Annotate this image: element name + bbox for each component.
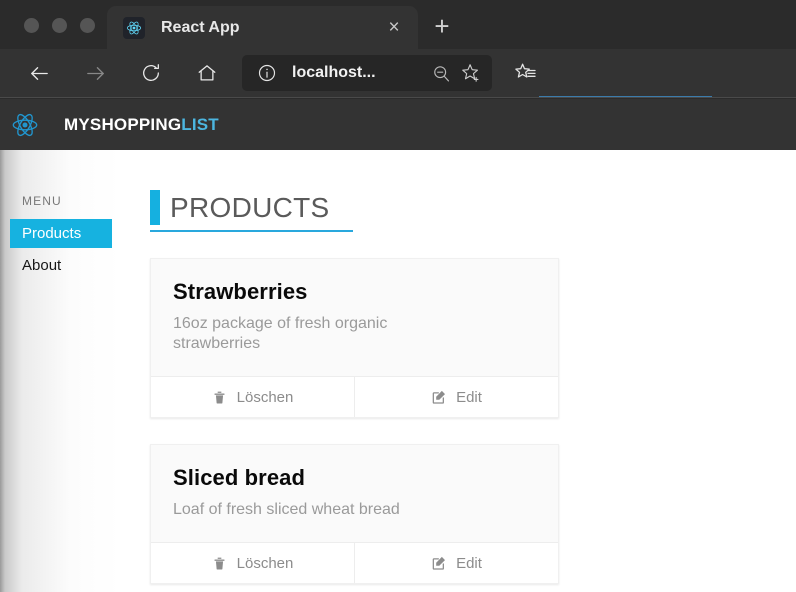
address-bar[interactable]: localhost... [242, 55, 492, 91]
title-accent-bar [150, 190, 160, 225]
tab-title: React App [161, 18, 240, 36]
app-header: MYSHOPPINGLIST [0, 99, 796, 150]
window-close-button[interactable] [80, 18, 95, 33]
product-title: Sliced bread [173, 465, 306, 491]
brand-name-accent: LIST [181, 114, 219, 134]
product-description: Loaf of fresh sliced wheat bread [173, 501, 400, 519]
delete-button[interactable]: Löschen [151, 377, 354, 418]
window-maximize-button[interactable] [52, 18, 67, 33]
trash-icon [212, 389, 228, 405]
product-card[interactable]: Strawberries 16oz package of fresh organ… [150, 258, 559, 419]
window-minimize-button[interactable] [24, 18, 39, 33]
main-content: PRODUCTS Strawberries 16oz package of fr… [150, 190, 796, 585]
reload-button[interactable] [130, 57, 172, 89]
browser-tab-react-app[interactable]: React App × [107, 6, 418, 49]
browser-toolbar: localhost... [0, 49, 796, 98]
product-title: Strawberries [173, 279, 308, 304]
zoom-out-icon[interactable] [426, 58, 456, 88]
favorites-list-icon[interactable] [506, 57, 546, 89]
edit-button[interactable]: Edit [354, 543, 558, 584]
tab-strip: React App × + [0, 0, 796, 49]
app-brand-title[interactable]: MYSHOPPINGLIST [64, 115, 219, 135]
product-card-body: Strawberries 16oz package of fresh organ… [151, 259, 558, 376]
address-bar-text[interactable]: localhost... [292, 64, 426, 82]
product-card-body: Sliced bread Loaf of fresh sliced wheat … [151, 445, 558, 542]
delete-button[interactable]: Löschen [151, 543, 354, 584]
edit-button-label: Edit [456, 388, 482, 406]
trash-icon [212, 555, 228, 571]
product-description: 16oz package of fresh organic strawberri… [173, 315, 388, 353]
browser-window: React App × + localhost... MYSHOPPINGLIS… [0, 0, 796, 592]
page-load-progress [539, 96, 712, 97]
product-card-footer: Löschen Edit [151, 542, 558, 584]
page-title: PRODUCTS [170, 192, 330, 223]
edit-button[interactable]: Edit [354, 377, 558, 418]
delete-button-label: Löschen [236, 554, 294, 572]
sidebar-item-about[interactable]: About [10, 248, 110, 280]
edit-icon [431, 555, 447, 571]
brand-name-primary: MYSHOPPING [64, 114, 182, 134]
sidebar-item-products[interactable]: Products [10, 219, 112, 248]
close-icon[interactable]: × [384, 18, 404, 37]
product-card-footer: Löschen Edit [151, 376, 558, 418]
sidebar: MENU Products About [0, 194, 150, 584]
add-favorite-icon[interactable] [456, 58, 486, 88]
react-logo-icon [123, 16, 145, 39]
sidebar-menu-label: MENU [22, 194, 62, 208]
home-button[interactable] [186, 57, 228, 89]
forward-button[interactable] [74, 57, 116, 89]
content-row: MENU Products About PRODUCTS Strawberrie… [0, 150, 796, 585]
window-controls [0, 0, 95, 49]
back-button[interactable] [18, 57, 60, 89]
info-circle-icon[interactable] [252, 58, 282, 88]
react-logo-icon [8, 108, 42, 142]
edit-button-label: Edit [456, 554, 482, 572]
new-tab-button[interactable]: + [430, 13, 454, 39]
page-viewport: MYSHOPPINGLIST MENU Products About PRODU… [0, 99, 796, 592]
product-card[interactable]: Sliced bread Loaf of fresh sliced wheat … [150, 444, 559, 585]
edit-icon [431, 389, 447, 405]
delete-button-label: Löschen [236, 388, 294, 406]
page-title-wrap: PRODUCTS [150, 190, 353, 232]
page-body: MENU Products About PRODUCTS Strawberrie… [0, 150, 796, 592]
